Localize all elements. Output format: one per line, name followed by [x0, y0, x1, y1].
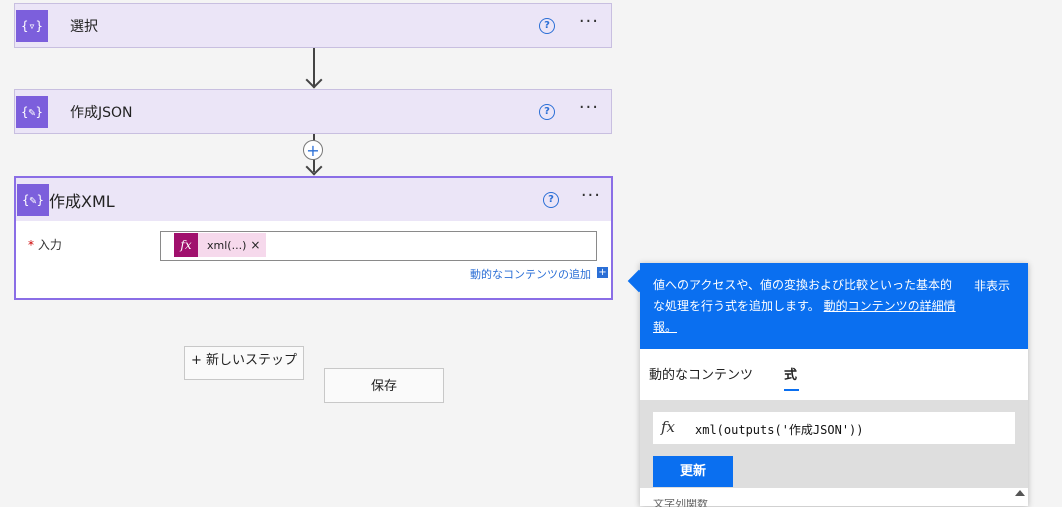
- help-icon[interactable]: ?: [539, 104, 555, 120]
- arrow-down-icon: [305, 158, 323, 176]
- compose-braces-icon: {✎}: [16, 96, 48, 128]
- save-button[interactable]: 保存: [324, 368, 444, 403]
- action-title: 作成XML: [49, 191, 115, 211]
- fx-icon: fx: [174, 233, 198, 257]
- input-label-text: 入力: [37, 238, 62, 252]
- action-card-compose-json[interactable]: {✎} 作成JSON ? ···: [14, 89, 612, 134]
- help-icon[interactable]: ?: [539, 18, 555, 34]
- more-options-icon[interactable]: ···: [579, 99, 599, 117]
- expression-input[interactable]: fx xml(outputs('作成JSON')): [653, 412, 1015, 444]
- action-card-select[interactable]: {▿} 選択 ? ···: [14, 3, 612, 48]
- active-tab-indicator: [784, 389, 799, 391]
- fx-icon: fx: [661, 418, 676, 436]
- required-mark: *: [28, 238, 34, 252]
- add-dynamic-content-icon[interactable]: +: [597, 267, 608, 278]
- expression-editor: fx xml(outputs('作成JSON')) 更新: [640, 400, 1028, 488]
- token-remove-icon[interactable]: ×: [250, 238, 266, 252]
- add-dynamic-content-link[interactable]: 動的なコンテンツの追加: [470, 266, 591, 282]
- hide-button[interactable]: 非表示: [974, 277, 1010, 294]
- new-step-button[interactable]: + 新しいステップ: [184, 346, 304, 380]
- input-label: * 入力: [28, 236, 62, 253]
- token-text: xml(...): [207, 238, 247, 252]
- action-card-header[interactable]: {▿} 選択 ? ···: [15, 4, 611, 48]
- more-options-icon[interactable]: ···: [581, 187, 601, 205]
- tab-expression[interactable]: 式: [784, 364, 797, 383]
- action-title: 作成JSON: [70, 105, 133, 121]
- update-button[interactable]: 更新: [653, 456, 733, 487]
- more-options-icon[interactable]: ···: [579, 13, 599, 31]
- dynamic-content-panel: 値へのアクセスや、値の変換および比較といった基本的な処理を行う式を追加します。 …: [627, 263, 1028, 507]
- expression-value: xml(outputs('作成JSON')): [695, 423, 864, 437]
- arrow-down-icon: [305, 71, 323, 89]
- filter-braces-icon: {▿}: [16, 10, 48, 42]
- action-card-header[interactable]: {✎} 作成XML ? ···: [16, 178, 611, 221]
- panel-tabs: 動的なコンテンツ 式: [640, 359, 1028, 395]
- action-card-compose-xml[interactable]: {✎} 作成XML ? ··· * 入力 fx xml(...) × 動的なコン…: [14, 176, 613, 300]
- insert-step-button[interactable]: +: [303, 140, 323, 160]
- scroll-up-icon[interactable]: [1015, 490, 1025, 496]
- action-card-header[interactable]: {✎} 作成JSON ? ···: [15, 90, 611, 134]
- help-icon[interactable]: ?: [543, 192, 559, 208]
- expression-token[interactable]: fx xml(...) ×: [174, 233, 267, 257]
- info-banner: 値へのアクセスや、値の変換および比較といった基本的な処理を行う式を追加します。 …: [640, 263, 1028, 349]
- info-message: 値へのアクセスや、値の変換および比較といった基本的な処理を行う式を追加します。 …: [653, 275, 963, 338]
- action-title: 選択: [70, 19, 98, 35]
- input-field[interactable]: fx xml(...) ×: [160, 231, 597, 261]
- tab-dynamic-content[interactable]: 動的なコンテンツ: [649, 364, 753, 383]
- new-step-label: + 新しいステップ: [190, 353, 298, 368]
- compose-braces-icon: {✎}: [17, 183, 49, 216]
